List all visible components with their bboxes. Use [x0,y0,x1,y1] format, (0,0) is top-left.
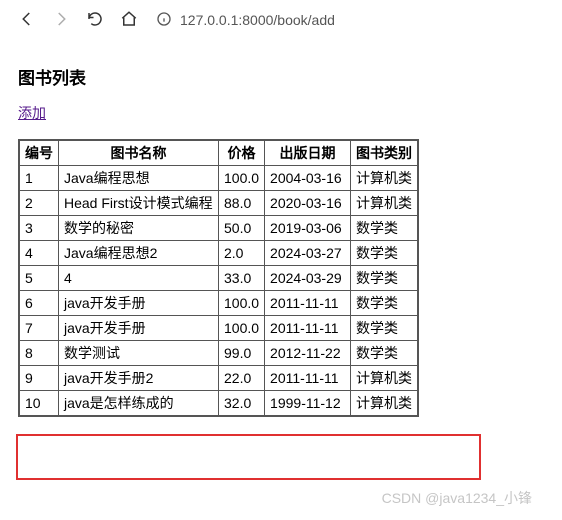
cell-price: 22.0 [219,366,265,391]
cell-price: 2.0 [219,241,265,266]
table-row: 8数学测试99.02012-11-22数学类 [19,341,418,366]
cell-price: 32.0 [219,391,265,417]
cell-category: 数学类 [351,316,419,341]
cell-price: 100.0 [219,166,265,191]
header-price: 价格 [219,140,265,166]
back-icon[interactable] [18,10,36,31]
cell-id: 5 [19,266,59,291]
header-date: 出版日期 [265,140,351,166]
cell-id: 7 [19,316,59,341]
cell-category: 数学类 [351,216,419,241]
cell-name: 数学测试 [59,341,219,366]
home-icon[interactable] [120,10,138,31]
table-row: 2Head First设计模式编程88.02020-03-16计算机类 [19,191,418,216]
cell-date: 2011-11-11 [265,316,351,341]
cell-category: 计算机类 [351,366,419,391]
forward-icon[interactable] [52,10,70,31]
cell-name: 4 [59,266,219,291]
cell-id: 8 [19,341,59,366]
reload-icon[interactable] [86,10,104,31]
cell-date: 2011-11-11 [265,291,351,316]
cell-date: 2012-11-22 [265,341,351,366]
table-header-row: 编号 图书名称 价格 出版日期 图书类别 [19,140,418,166]
cell-price: 100.0 [219,291,265,316]
cell-name: Java编程思想2 [59,241,219,266]
cell-date: 2004-03-16 [265,166,351,191]
page-title: 图书列表 [18,64,544,89]
cell-price: 88.0 [219,191,265,216]
cell-date: 2011-11-11 [265,366,351,391]
table-row: 4Java编程思想22.02024-03-27数学类 [19,241,418,266]
cell-category: 数学类 [351,341,419,366]
site-info-icon[interactable] [156,11,172,30]
cell-date: 2020-03-16 [265,191,351,216]
book-table: 编号 图书名称 价格 出版日期 图书类别 1Java编程思想100.02004-… [18,139,419,417]
header-id: 编号 [19,140,59,166]
cell-date: 2024-03-27 [265,241,351,266]
highlight-annotation [16,434,481,480]
cell-date: 1999-11-12 [265,391,351,417]
header-name: 图书名称 [59,140,219,166]
cell-price: 33.0 [219,266,265,291]
cell-category: 计算机类 [351,166,419,191]
cell-id: 6 [19,291,59,316]
cell-name: java是怎样练成的 [59,391,219,417]
cell-name: java开发手册2 [59,366,219,391]
table-row: 1Java编程思想100.02004-03-16计算机类 [19,166,418,191]
url-text[interactable]: 127.0.0.1:8000/book/add [180,12,335,28]
cell-date: 2019-03-06 [265,216,351,241]
table-row: 9java开发手册222.02011-11-11计算机类 [19,366,418,391]
cell-category: 数学类 [351,266,419,291]
table-row: 10java是怎样练成的32.01999-11-12计算机类 [19,391,418,417]
cell-price: 50.0 [219,216,265,241]
cell-price: 99.0 [219,341,265,366]
cell-name: Head First设计模式编程 [59,191,219,216]
cell-date: 2024-03-29 [265,266,351,291]
cell-category: 数学类 [351,241,419,266]
table-row: 7java开发手册100.02011-11-11数学类 [19,316,418,341]
cell-name: 数学的秘密 [59,216,219,241]
cell-id: 9 [19,366,59,391]
cell-price: 100.0 [219,316,265,341]
table-row: 6java开发手册100.02011-11-11数学类 [19,291,418,316]
table-row: 5433.02024-03-29数学类 [19,266,418,291]
browser-toolbar: 127.0.0.1:8000/book/add [0,0,562,40]
cell-name: java开发手册 [59,316,219,341]
header-category: 图书类别 [351,140,419,166]
cell-id: 2 [19,191,59,216]
cell-id: 3 [19,216,59,241]
cell-category: 数学类 [351,291,419,316]
cell-id: 1 [19,166,59,191]
cell-name: java开发手册 [59,291,219,316]
cell-category: 计算机类 [351,391,419,417]
cell-category: 计算机类 [351,191,419,216]
table-row: 3数学的秘密50.02019-03-06数学类 [19,216,418,241]
cell-id: 10 [19,391,59,417]
cell-name: Java编程思想 [59,166,219,191]
add-link[interactable]: 添加 [18,105,46,121]
watermark-text: CSDN @java1234_小锋 [382,488,532,508]
cell-id: 4 [19,241,59,266]
